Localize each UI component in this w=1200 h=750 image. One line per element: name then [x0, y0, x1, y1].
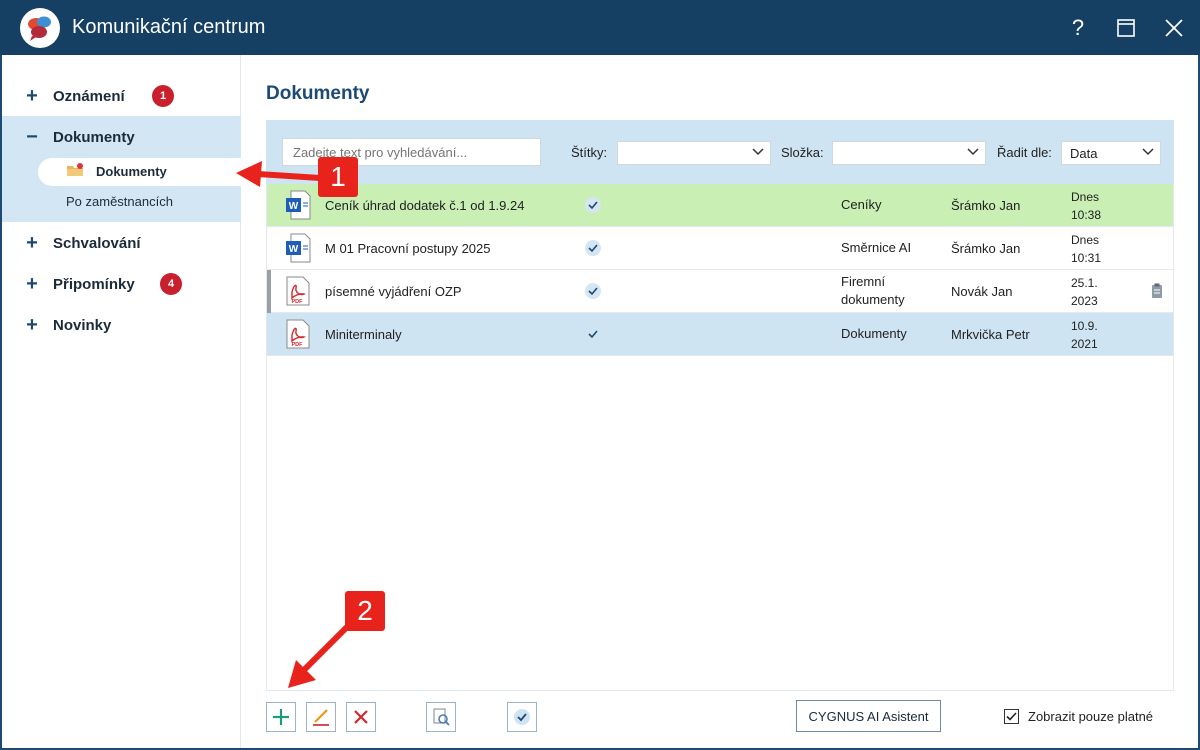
expand-icon: +	[26, 272, 38, 295]
sidebar-item-label: Oznámení	[53, 87, 125, 105]
help-button[interactable]: ?	[1060, 10, 1096, 46]
page-title: Dokumenty	[266, 83, 370, 104]
table-row[interactable]: W M 01 Pracovní postupy 2025 Směrnice AI…	[267, 227, 1173, 270]
sidebar-item-schvalovani[interactable]: + Schvalování	[2, 224, 241, 262]
row-marker	[267, 270, 271, 313]
document-user: Šrámko Jan	[951, 198, 1021, 213]
sidebar-item-oznameni[interactable]: + Oznámení 1	[2, 77, 241, 115]
title-bar: Komunikační centrum ?	[0, 0, 1200, 55]
annotation-callout-2: 2	[345, 591, 385, 631]
expand-icon: +	[26, 84, 38, 107]
tags-select[interactable]	[617, 141, 771, 165]
chevron-down-icon	[752, 148, 764, 156]
document-search-icon	[433, 708, 450, 726]
window-title: Komunikační centrum	[72, 16, 266, 38]
only-valid-label: Zobrazit pouze platné	[1028, 709, 1154, 724]
add-button[interactable]	[266, 702, 296, 732]
sidebar-subitem-label: Dokumenty	[96, 164, 167, 179]
document-name: Ceník úhrad dodatek č.1 od 1.9.24	[325, 198, 525, 213]
sidebar-subitem-po-zamestnancich[interactable]: Po zaměstnancích	[66, 194, 173, 209]
documents-table: W Ceník úhrad dodatek č.1 od 1.9.24 Cení…	[266, 184, 1174, 690]
document-date: 10.9. 2021	[1071, 319, 1098, 351]
document-category: Směrnice AI	[841, 240, 912, 255]
edit-button[interactable]	[306, 702, 336, 732]
document-user: Novák Jan	[951, 284, 1013, 299]
document-name: písemné vyjádření OZP	[325, 284, 462, 299]
pdf-file-icon: PDF	[286, 276, 310, 306]
documents-folder-icon	[67, 163, 83, 176]
folder-label: Složka:	[781, 145, 824, 160]
document-category: Ceníky	[841, 197, 882, 212]
sidebar-item-dokumenty[interactable]: − Dokumenty	[2, 118, 241, 156]
delete-button[interactable]	[346, 702, 376, 732]
word-file-icon: W	[286, 190, 311, 220]
sidebar-item-label: Připomínky	[53, 275, 135, 293]
checkbox-check-icon	[1006, 712, 1017, 721]
document-date: Dnes 10:31	[1071, 233, 1102, 265]
document-user: Mrkvička Petr	[951, 327, 1030, 342]
table-row[interactable]: W Ceník úhrad dodatek č.1 od 1.9.24 Cení…	[267, 184, 1173, 227]
bottom-toolbar: CYGNUS AI Asistent Zobrazit pouze platné	[266, 690, 1174, 748]
only-valid-checkbox[interactable]	[1004, 709, 1019, 724]
app-window: Komunikační centrum ? + Oznámení 1 − Dok…	[0, 0, 1200, 750]
document-category: Dokumenty	[841, 326, 907, 341]
clipboard-icon[interactable]	[1151, 283, 1163, 299]
sidebar-item-pripominky[interactable]: + Připomínky 4	[2, 265, 241, 303]
content-frame: + Oznámení 1 − Dokumenty Dokumenty Po za…	[2, 55, 1198, 748]
maximize-button[interactable]	[1108, 10, 1144, 46]
preview-button[interactable]	[426, 702, 456, 732]
help-icon: ?	[1071, 15, 1085, 40]
pencil-icon	[313, 709, 329, 726]
collapse-icon: −	[26, 125, 38, 148]
annotation-callout-1: 1	[318, 157, 358, 197]
sort-label: Řadit dle:	[997, 145, 1052, 160]
document-name: M 01 Pracovní postupy 2025	[325, 241, 491, 256]
sidebar-item-novinky[interactable]: + Novinky	[2, 306, 241, 344]
document-date: Dnes 10:38	[1071, 190, 1102, 222]
pdf-file-icon: PDF	[286, 319, 310, 349]
delete-x-icon	[354, 710, 368, 724]
close-icon	[1165, 19, 1183, 37]
expand-icon: +	[26, 313, 38, 336]
plus-icon	[273, 709, 289, 725]
pdf-file-icon-label: PDF	[292, 342, 304, 348]
sidebar-item-label: Dokumenty	[53, 128, 135, 146]
count-badge: 4	[160, 273, 182, 295]
word-file-icon-label: W	[289, 244, 299, 255]
document-user: Šrámko Jan	[951, 241, 1021, 256]
checkmark-icon	[585, 197, 601, 213]
sidebar: + Oznámení 1 − Dokumenty Dokumenty Po za…	[2, 55, 243, 748]
word-file-icon-label: W	[289, 201, 299, 212]
document-category: Firemní dokumenty	[841, 274, 905, 307]
count-badge: 1	[152, 85, 174, 107]
checkmark-icon	[585, 240, 601, 256]
sidebar-item-label: Novinky	[53, 316, 112, 334]
folder-select[interactable]	[832, 141, 986, 165]
app-logo-icon	[20, 8, 60, 48]
tags-label: Štítky:	[571, 145, 608, 160]
document-date: 25.1. 2023	[1071, 276, 1098, 308]
document-name: Miniterminaly	[325, 327, 402, 342]
ai-assistant-button[interactable]: CYGNUS AI Asistent	[796, 700, 941, 732]
table-row[interactable]: PDF písemné vyjádření OZP Firemní dokumen…	[267, 270, 1173, 313]
close-button[interactable]	[1156, 10, 1192, 46]
expand-icon: +	[26, 231, 38, 254]
confirm-button[interactable]	[507, 702, 537, 732]
table-row-selected[interactable]: PDF Miniterminaly Dokumenty Mrkvička Pet…	[267, 313, 1173, 356]
check-circle-icon	[514, 709, 530, 725]
sort-select[interactable]: Data	[1061, 141, 1161, 165]
pdf-file-icon-label: PDF	[292, 299, 304, 305]
chevron-down-icon	[967, 148, 979, 156]
chevron-down-icon	[1142, 148, 1154, 156]
checkmark-icon	[585, 283, 601, 299]
sidebar-item-label: Schvalování	[53, 234, 141, 252]
sidebar-subitem-dokumenty[interactable]: Dokumenty	[38, 158, 243, 186]
sort-select-value: Data	[1070, 146, 1098, 161]
checkmark-icon	[585, 326, 601, 342]
maximize-icon	[1117, 19, 1135, 37]
word-file-icon: W	[286, 233, 311, 263]
filter-bar: Štítky: Složka: Řadit dle: Data	[266, 120, 1174, 184]
